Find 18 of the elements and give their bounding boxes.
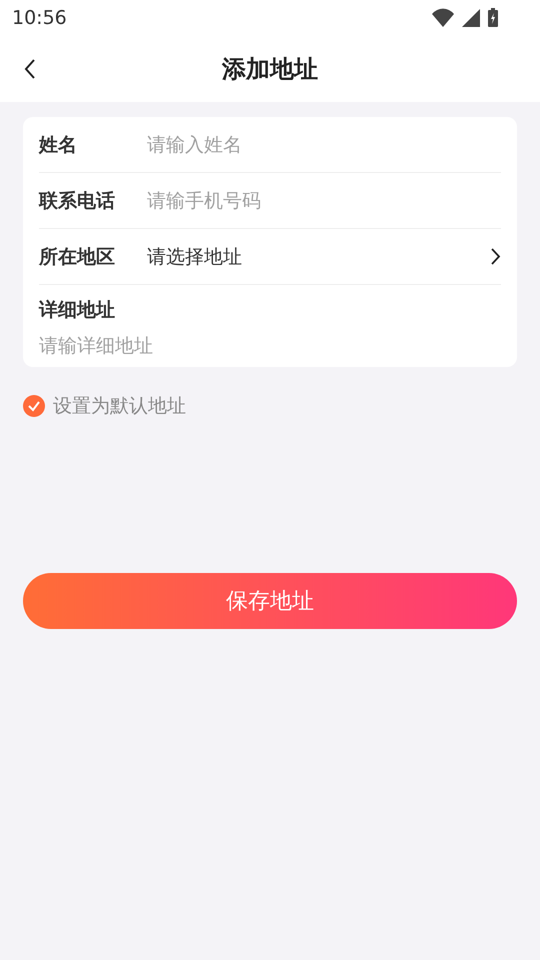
- checkbox[interactable]: [23, 395, 45, 417]
- field-label: 联系电话: [39, 188, 116, 214]
- input-field[interactable]: 请输入姓名: [147, 134, 501, 156]
- back-icon: [24, 58, 36, 78]
- wifi-icon: [432, 8, 454, 27]
- field-label: 所在地区: [39, 244, 116, 270]
- input-field[interactable]: 请输手机号码: [147, 190, 501, 212]
- status-time: 10:56: [12, 6, 67, 28]
- chevron-right-icon: [491, 248, 501, 265]
- input-field[interactable]: 请输详细地址: [39, 335, 479, 357]
- region-selector[interactable]: 所在地区 请选择地址: [39, 229, 501, 285]
- select-value: 请选择地址: [147, 244, 243, 270]
- field-label: 详细地址: [39, 298, 116, 323]
- checkbox-label: 设置为默认地址: [53, 394, 186, 419]
- battery-charging-icon: [488, 8, 498, 27]
- signal-icon: [462, 8, 480, 26]
- page-title: 添加地址: [222, 54, 318, 84]
- field-label: 姓名: [39, 132, 78, 158]
